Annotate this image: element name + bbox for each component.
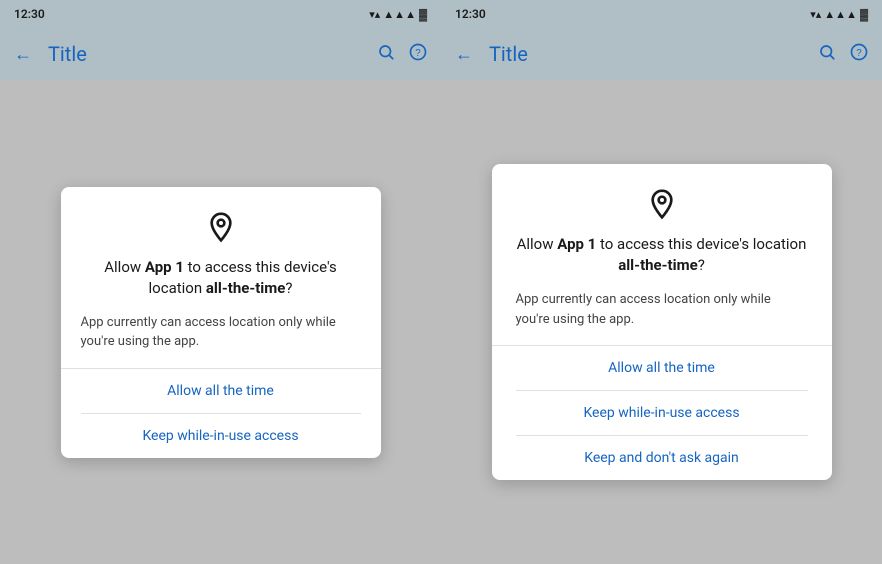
signal-icon-left: ▲▲▲: [383, 8, 416, 21]
phone-right: 12:30 ▾▴ ▲▲▲ ▓ ← Title ?: [441, 0, 882, 564]
content-area-right: Allow App 1 to access this device's loca…: [441, 80, 882, 564]
location-pin-icon-right: [646, 188, 678, 220]
dialog-title-alltime-left: all-the-time: [206, 279, 286, 297]
dialog-title-app-right: App 1: [557, 235, 596, 253]
app-bar-icons-right: ?: [818, 43, 868, 66]
wifi-icon-right: ▾▴: [810, 8, 821, 21]
search-icon-left[interactable]: [377, 43, 395, 66]
keep-while-in-use-button-right[interactable]: Keep while-in-use access: [516, 391, 808, 436]
dialog-title-right: Allow App 1 to access this device's loca…: [516, 234, 808, 276]
dialog-left: Allow App 1 to access this device's loca…: [61, 187, 381, 458]
dialog-right: Allow App 1 to access this device's loca…: [492, 164, 832, 480]
allow-all-time-button-left[interactable]: Allow all the time: [81, 369, 361, 414]
help-icon-left[interactable]: ?: [409, 43, 427, 66]
back-button-left[interactable]: ←: [14, 44, 32, 65]
status-time-left: 12:30: [14, 7, 45, 21]
app-bar-title-right: Title: [489, 42, 802, 66]
status-bar-right: 12:30 ▾▴ ▲▲▲ ▓: [441, 0, 882, 28]
signal-icon-right: ▲▲▲: [824, 8, 857, 21]
dialog-title-alltime-right: all-the-time: [618, 256, 698, 274]
battery-icon-right: ▓: [860, 8, 868, 21]
content-area-left: Allow App 1 to access this device's loca…: [0, 80, 441, 564]
svg-text:?: ?: [856, 47, 862, 58]
dialog-body-left: App currently can access location only w…: [81, 313, 361, 352]
back-button-right[interactable]: ←: [455, 44, 473, 65]
dialog-body-right: App currently can access location only w…: [516, 290, 808, 329]
dialog-title-app-left: App 1: [145, 258, 184, 276]
location-pin-icon-left: [205, 211, 237, 243]
help-icon-right[interactable]: ?: [850, 43, 868, 66]
search-icon-right[interactable]: [818, 43, 836, 66]
keep-while-in-use-button-left[interactable]: Keep while-in-use access: [81, 414, 361, 458]
app-bar-icons-left: ?: [377, 43, 427, 66]
battery-icon-left: ▓: [419, 8, 427, 21]
dialog-icon-area-left: [81, 211, 361, 243]
allow-all-time-button-right[interactable]: Allow all the time: [516, 346, 808, 391]
app-bar-left: ← Title ?: [0, 28, 441, 80]
phone-left: 12:30 ▾▴ ▲▲▲ ▓ ← Title ?: [0, 0, 441, 564]
dialog-icon-area-right: [516, 188, 808, 220]
app-bar-right: ← Title ?: [441, 28, 882, 80]
wifi-icon-left: ▾▴: [369, 8, 380, 21]
dialog-title-left: Allow App 1 to access this device's loca…: [81, 257, 361, 299]
status-bar-left: 12:30 ▾▴ ▲▲▲ ▓: [0, 0, 441, 28]
svg-text:?: ?: [415, 47, 421, 58]
status-time-right: 12:30: [455, 7, 486, 21]
status-icons-right: ▾▴ ▲▲▲ ▓: [810, 8, 868, 21]
app-bar-title-left: Title: [48, 42, 361, 66]
keep-dont-ask-button-right[interactable]: Keep and don't ask again: [516, 436, 808, 480]
status-icons-left: ▾▴ ▲▲▲ ▓: [369, 8, 427, 21]
dialog-buttons-right: Allow all the time Keep while-in-use acc…: [492, 345, 832, 480]
